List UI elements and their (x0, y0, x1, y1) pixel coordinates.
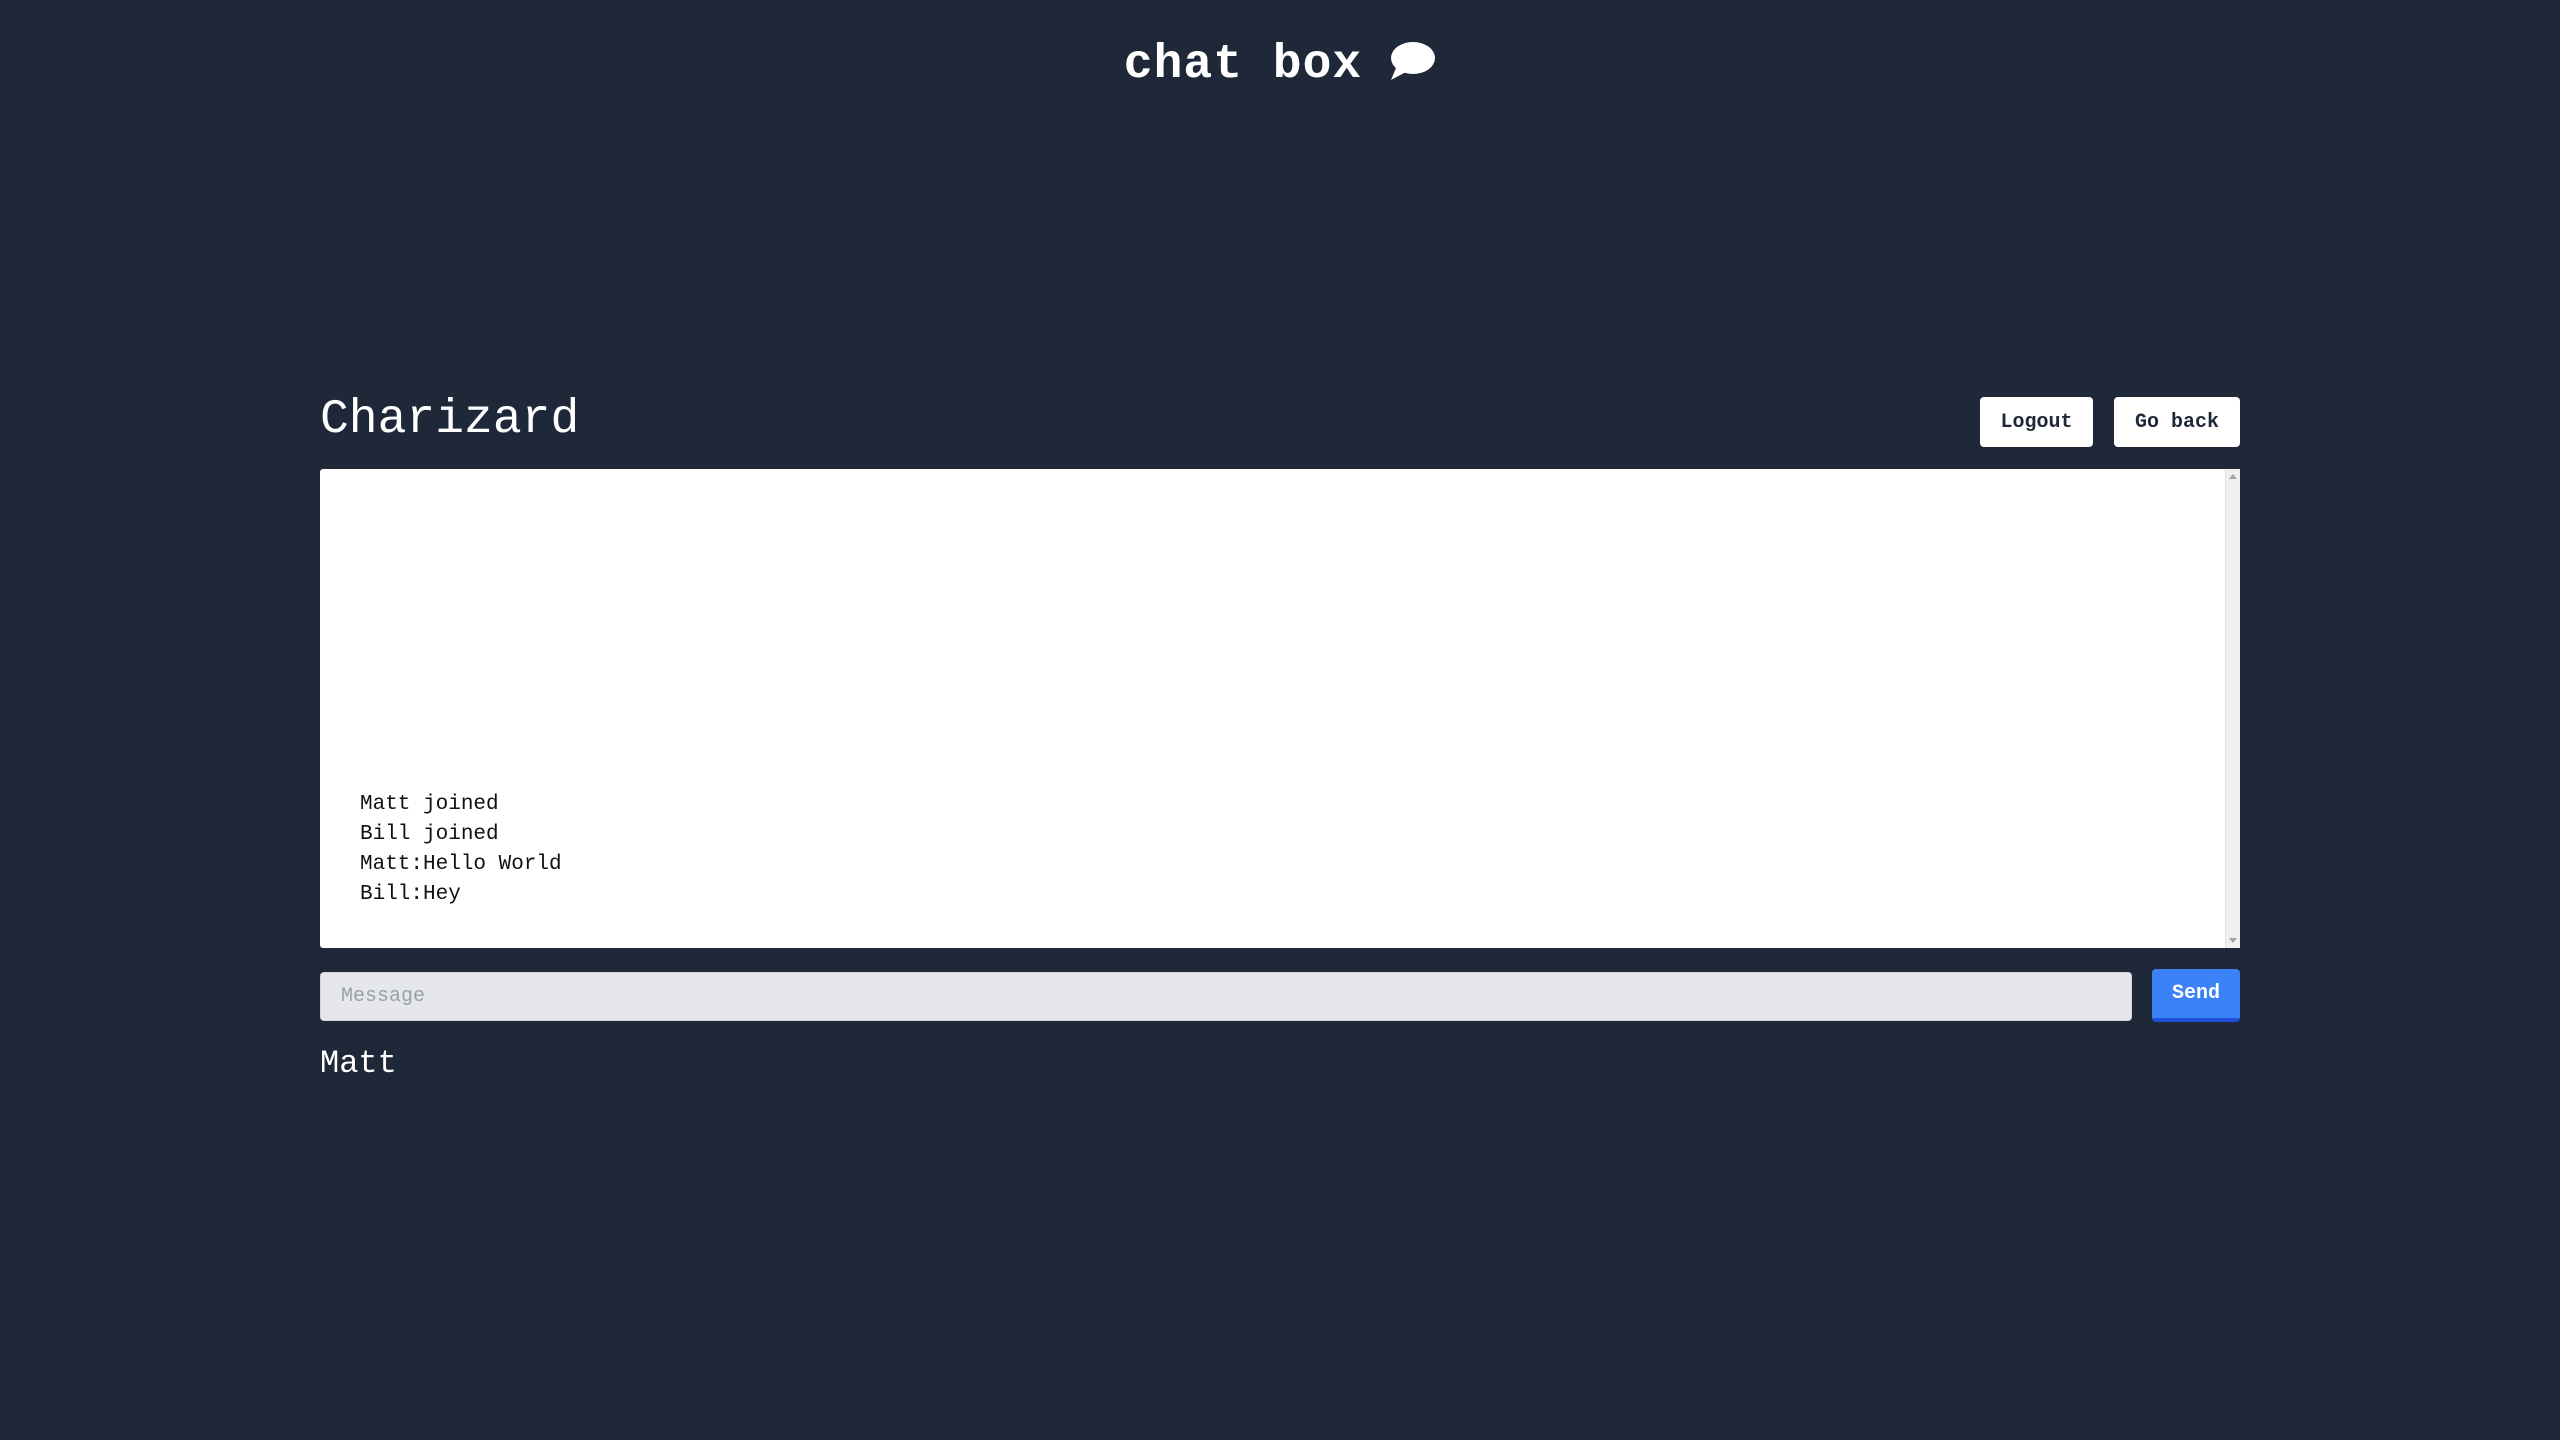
message-list: Matt joined Bill joined Matt:Hello World… (360, 790, 562, 910)
app-title: chat box (1123, 38, 1363, 92)
go-back-button[interactable]: Go back (2114, 397, 2240, 447)
logout-button[interactable]: Logout (1980, 397, 2093, 447)
message-item: Matt joined (360, 793, 499, 816)
message-item: Bill joined (360, 823, 499, 846)
room-name: Charizard (320, 393, 580, 447)
message-item: Bill:Hey (360, 883, 461, 906)
chat-log[interactable]: Matt joined Bill joined Matt:Hello World… (320, 469, 2240, 948)
app-header: chat box (0, 30, 2560, 100)
message-item: Matt:Hello World (360, 853, 562, 876)
chat-log-scrollbar[interactable] (2225, 469, 2240, 948)
room-header: Charizard Logout Go back (320, 390, 2240, 454)
chat-bubble-icon (1388, 40, 1436, 82)
scroll-down-arrow-icon[interactable] (2229, 938, 2237, 943)
current-username: Matt (320, 1045, 397, 1082)
scroll-up-arrow-icon[interactable] (2229, 474, 2237, 479)
message-input[interactable] (320, 972, 2132, 1021)
send-button[interactable]: Send (2152, 969, 2240, 1022)
